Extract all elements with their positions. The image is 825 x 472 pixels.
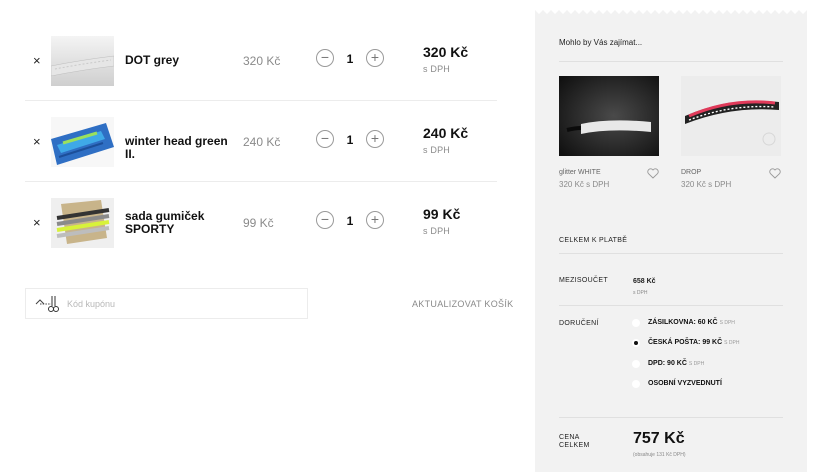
divider <box>559 417 783 418</box>
scissors-coupon-icon <box>35 296 59 312</box>
divider <box>559 305 783 306</box>
total-value: 757 Kč <box>633 430 685 447</box>
unit-price: 320 Kč <box>243 54 281 68</box>
increase-quantity-button[interactable]: + <box>366 211 384 229</box>
coupon-input[interactable] <box>67 295 297 313</box>
subtotal-label: MEZISOUČET <box>559 277 608 284</box>
shipping-option-label: ČESKÁ POŠTA: 99 KČ S DPH <box>648 339 740 346</box>
product-name[interactable]: winter head green II. <box>125 135 235 161</box>
order-summary-sidebar: Mohlo by Vás zajímat... glitter WHITE 32… <box>535 0 807 472</box>
heart-icon[interactable] <box>769 168 781 179</box>
line-total: 320 Kč <box>423 44 469 60</box>
recommended-product-price: 320 Kč s DPH <box>559 180 610 189</box>
quantity-value[interactable]: 1 <box>344 214 356 228</box>
quantity-stepper: − 1 + <box>316 211 384 229</box>
delivery-label: DORUČENÍ <box>559 320 599 327</box>
heart-icon[interactable] <box>647 168 659 179</box>
quantity-stepper: − 1 + <box>316 130 384 148</box>
total-label: CENA CELKEM <box>559 434 590 449</box>
cart-row: × winter head green II. 240 Kč − 1 + 240… <box>25 101 497 182</box>
subtotal-vat-note: s DPH <box>633 290 648 296</box>
recommended-product-card[interactable]: glitter WHITE 320 Kč s DPH <box>559 76 659 189</box>
recommended-product-image[interactable] <box>559 76 659 156</box>
recommended-product-image[interactable] <box>681 76 781 156</box>
unit-price: 240 Kč <box>243 135 281 149</box>
vat-note: s DPH <box>423 145 451 155</box>
update-cart-button[interactable]: AKTUALIZOVAT KOŠÍK <box>412 299 513 309</box>
product-thumbnail-winter-head <box>51 117 114 167</box>
radio-button[interactable] <box>632 380 640 388</box>
product-thumbnail[interactable] <box>51 117 114 167</box>
product-thumbnail-sada-gumicek <box>51 198 114 248</box>
recommendations-heading: Mohlo by Vás zajímat... <box>559 38 643 47</box>
shipping-option-label: OSOBNÍ VYZVEDNUTÍ <box>648 380 722 387</box>
decrease-quantity-button[interactable]: − <box>316 130 334 148</box>
shipping-vat-note: S DPH <box>688 361 705 367</box>
divider <box>559 253 783 254</box>
product-name[interactable]: DOT grey <box>125 54 235 67</box>
subtotal-value: 658 Kč <box>633 278 656 285</box>
coupon-field <box>25 288 308 319</box>
remove-item-button[interactable]: × <box>33 216 41 229</box>
drop-image <box>681 76 781 156</box>
total-vat-note: (obsahuje 131 Kč DPH) <box>633 452 686 458</box>
radio-button[interactable] <box>632 360 640 368</box>
recommended-product-name[interactable]: DROP <box>681 169 701 176</box>
decrease-quantity-button[interactable]: − <box>316 211 334 229</box>
remove-item-button[interactable]: × <box>33 135 41 148</box>
product-thumbnail[interactable] <box>51 36 114 86</box>
cart-row: × DOT grey 320 Kč − 1 + 320 Kč s DPH <box>25 20 497 101</box>
radio-button-selected[interactable] <box>632 339 640 347</box>
line-total: 99 Kč <box>423 206 461 222</box>
product-thumbnail[interactable] <box>51 198 114 248</box>
remove-item-button[interactable]: × <box>33 54 41 67</box>
product-name[interactable]: sada gumiček SPORTY <box>125 210 235 236</box>
increase-quantity-button[interactable]: + <box>366 49 384 67</box>
glitter-white-image <box>559 76 659 156</box>
shipping-option-dpd[interactable]: DPD: 90 KČ S DPH <box>632 359 782 371</box>
cart-table: × DOT grey 320 Kč − 1 + 320 Kč s DPH × w… <box>25 20 497 263</box>
unit-price: 99 Kč <box>243 216 274 230</box>
quantity-stepper: − 1 + <box>316 49 384 67</box>
increase-quantity-button[interactable]: + <box>366 130 384 148</box>
vat-note: s DPH <box>423 64 451 74</box>
quantity-value[interactable]: 1 <box>344 133 356 147</box>
divider <box>559 61 783 62</box>
recommended-product-name[interactable]: glitter WHITE <box>559 169 601 176</box>
shipping-vat-note: S DPH <box>724 340 740 346</box>
shipping-option-zasilkovna[interactable]: ZÁSILKOVNA: 60 KČ S DPH <box>632 318 782 330</box>
product-thumbnail-dot-grey <box>51 36 114 86</box>
shipping-option-label: ZÁSILKOVNA: 60 KČ S DPH <box>648 319 735 326</box>
vat-note: s DPH <box>423 226 451 236</box>
totals-title: CELKEM K PLATBĚ <box>559 237 628 244</box>
shipping-option-ceska-posta[interactable]: ČESKÁ POŠTA: 99 KČ S DPH <box>632 338 782 350</box>
radio-button[interactable] <box>632 319 640 327</box>
line-total: 240 Kč <box>423 125 469 141</box>
cart-row: × sada gumiček SPORTY 99 Kč − 1 + 99 Kč … <box>25 182 497 263</box>
shipping-vat-note: S DPH <box>719 320 735 326</box>
recommended-product-card[interactable]: DROP 320 Kč s DPH <box>681 76 781 189</box>
receipt-edge-decoration <box>535 0 807 14</box>
shipping-option-osobni-vyzvednuti[interactable]: OSOBNÍ VYZVEDNUTÍ <box>632 379 782 391</box>
quantity-value[interactable]: 1 <box>344 52 356 66</box>
recommended-product-price: 320 Kč s DPH <box>681 180 732 189</box>
decrease-quantity-button[interactable]: − <box>316 49 334 67</box>
shipping-option-label: DPD: 90 KČ S DPH <box>648 360 705 367</box>
